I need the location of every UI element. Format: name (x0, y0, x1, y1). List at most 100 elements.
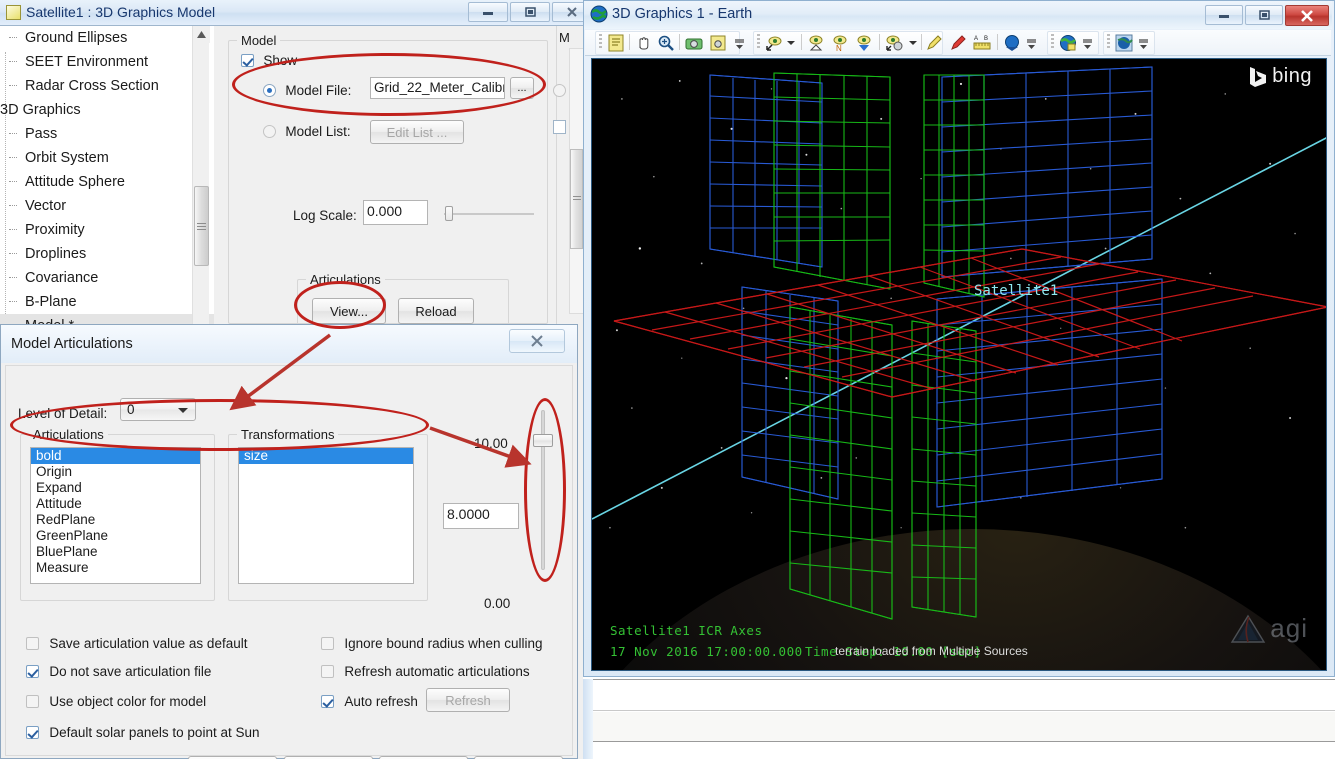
properties-maximize-button[interactable] (510, 2, 550, 22)
show-checkbox[interactable]: Show (241, 53, 297, 68)
list-item[interactable]: RedPlane (31, 512, 200, 528)
toolbar-overflow-icon[interactable] (1139, 38, 1148, 50)
log-scale-slider-thumb[interactable] (445, 206, 453, 221)
toolbar-overflow-icon[interactable] (1083, 38, 1092, 50)
globe-view-icon[interactable] (1003, 34, 1021, 52)
snapshot-icon[interactable] (685, 34, 703, 52)
partial-input-icon[interactable] (553, 120, 566, 134)
radio-icon (263, 84, 276, 97)
reload-model-button[interactable]: Reload (398, 298, 474, 324)
list-item[interactable]: Origin (31, 464, 200, 480)
red-pen-icon[interactable] (949, 34, 967, 52)
sidebar-item-b-plane[interactable]: B-Plane (0, 290, 214, 314)
view-target-icon[interactable] (885, 34, 903, 52)
earth-map-icon[interactable] (1115, 34, 1133, 52)
refresh-button[interactable]: Refresh (426, 688, 510, 712)
toolbar-grip[interactable] (1107, 34, 1110, 50)
model-file-input[interactable]: Grid_22_Meter_Calibra (370, 77, 505, 99)
toolbar-overflow-icon[interactable] (735, 38, 744, 50)
properties-icon[interactable] (607, 34, 625, 52)
do-not-save-articulation-file-checkbox[interactable]: Do not save articulation file (26, 664, 211, 679)
properties-minimize-button[interactable] (468, 2, 508, 22)
chevron-down-icon[interactable] (909, 41, 917, 45)
default-solar-panels-checkbox[interactable]: Default solar panels to point at Sun (26, 725, 259, 740)
model-file-radio[interactable]: Model File: (263, 83, 351, 98)
auto-refresh-checkbox[interactable]: Auto refresh (321, 694, 418, 709)
pan-icon[interactable] (635, 34, 653, 52)
sidebar-item-3d-graphics[interactable]: 3D Graphics (0, 98, 214, 122)
graphics-titlebar: 3D Graphics 1 - Earth (584, 1, 1332, 29)
view-articulations-button[interactable]: View... (312, 298, 386, 324)
refresh-automatic-articulations-checkbox[interactable]: Refresh automatic articulations (321, 664, 530, 679)
secondary-scrollbar-thumb[interactable] (570, 149, 583, 249)
toolbar-overflow-icon[interactable] (1027, 38, 1036, 50)
properties-titlebar: Satellite1 : 3D Graphics Model (0, 0, 592, 26)
ignore-bound-radius-checkbox[interactable]: Ignore bound radius when culling (321, 636, 542, 651)
transformations-list-groupbox: Transformations size (228, 427, 428, 601)
list-item[interactable]: bold (31, 448, 200, 464)
scroll-up-icon[interactable] (193, 26, 210, 43)
sidebar-item-attitude-sphere[interactable]: Attitude Sphere (0, 170, 214, 194)
measure-icon[interactable]: AB (973, 34, 991, 52)
terrain-globe-icon[interactable] (1059, 34, 1077, 52)
record-icon[interactable] (709, 34, 727, 52)
sidebar-item-vector[interactable]: Vector (0, 194, 214, 218)
highlight-pen-icon[interactable] (925, 34, 943, 52)
sidebar-item-pass[interactable]: Pass (0, 122, 214, 146)
graphics-toolbar[interactable]: N AB (585, 30, 1331, 56)
view-from-to-icon[interactable] (765, 34, 783, 52)
partial-radio-icon[interactable] (553, 84, 566, 98)
save-articulation-default-checkbox[interactable]: Save articulation value as default (26, 636, 247, 651)
home-view-icon[interactable] (807, 34, 825, 52)
secondary-panel-scrollbar[interactable] (569, 48, 584, 314)
graphics-maximize-button[interactable] (1245, 5, 1283, 25)
normal-view-icon[interactable]: N (831, 34, 849, 52)
graphics-minimize-button[interactable] (1205, 5, 1243, 25)
checkbox-label: Save articulation value as default (49, 636, 248, 651)
articulation-slider-thumb[interactable] (533, 434, 553, 447)
properties-tree[interactable]: Ground Ellipses SEET Environment Radar C… (0, 26, 214, 324)
chevron-down-icon[interactable] (787, 41, 795, 45)
view-down-icon[interactable] (855, 34, 873, 52)
zoom-icon[interactable] (657, 34, 675, 52)
model-list-radio[interactable]: Model List: (263, 124, 351, 139)
graphics-close-button[interactable] (1285, 5, 1329, 26)
list-item[interactable]: Attitude (31, 496, 200, 512)
articulation-value-input[interactable]: 8.0000 (443, 503, 519, 529)
sidebar-item-model[interactable]: Model * (0, 314, 214, 324)
tree-scrollbar[interactable] (192, 26, 210, 324)
sidebar-item-covariance[interactable]: Covariance (0, 266, 214, 290)
toolbar-grip[interactable] (1051, 34, 1054, 50)
sidebar-item-radar-cross-section[interactable]: Radar Cross Section (0, 74, 214, 98)
panel-splitter[interactable] (214, 26, 222, 324)
list-item[interactable]: Expand (31, 480, 200, 496)
sidebar-item-droplines[interactable]: Droplines (0, 242, 214, 266)
model-file-browse-button[interactable]: ... (510, 77, 534, 99)
transformations-listbox[interactable]: size (238, 447, 414, 584)
list-item[interactable]: Measure (31, 560, 200, 576)
model-articulations-close-button[interactable] (509, 329, 565, 353)
list-item[interactable]: size (239, 448, 413, 464)
sidebar-item-ground-ellipses[interactable]: Ground Ellipses (0, 26, 214, 50)
articulations-list-title: Articulations (29, 427, 108, 442)
edit-list-button[interactable]: Edit List ... (370, 120, 464, 144)
agi-watermark: agi (1230, 613, 1308, 644)
articulations-listbox[interactable]: bold Origin Expand Attitude RedPlane Gre… (30, 447, 201, 584)
toolbar-grip[interactable] (599, 34, 602, 50)
3d-scene-view[interactable]: Satellite1 bing agi Satellite1 ICR Axes (591, 58, 1327, 671)
sidebar-item-proximity[interactable]: Proximity (0, 218, 214, 242)
tree-dash-icon (9, 229, 17, 230)
sidebar-item-orbit-system[interactable]: Orbit System (0, 146, 214, 170)
list-item[interactable]: BluePlane (31, 544, 200, 560)
level-of-detail-select[interactable]: 0 (120, 398, 196, 421)
log-scale-input[interactable]: 0.000 (363, 200, 428, 225)
list-item[interactable]: GreenPlane (31, 528, 200, 544)
checkbox-label: Default solar panels to point at Sun (49, 725, 260, 740)
log-scale-slider-track[interactable] (444, 213, 534, 215)
toolbar-grip[interactable] (757, 34, 760, 50)
use-object-color-checkbox[interactable]: Use object color for model (26, 694, 206, 709)
tree-scrollbar-thumb[interactable] (194, 186, 209, 266)
checkbox-icon (26, 726, 39, 739)
sidebar-item-seet-environment[interactable]: SEET Environment (0, 50, 214, 74)
agi-mark-icon (1231, 614, 1266, 643)
